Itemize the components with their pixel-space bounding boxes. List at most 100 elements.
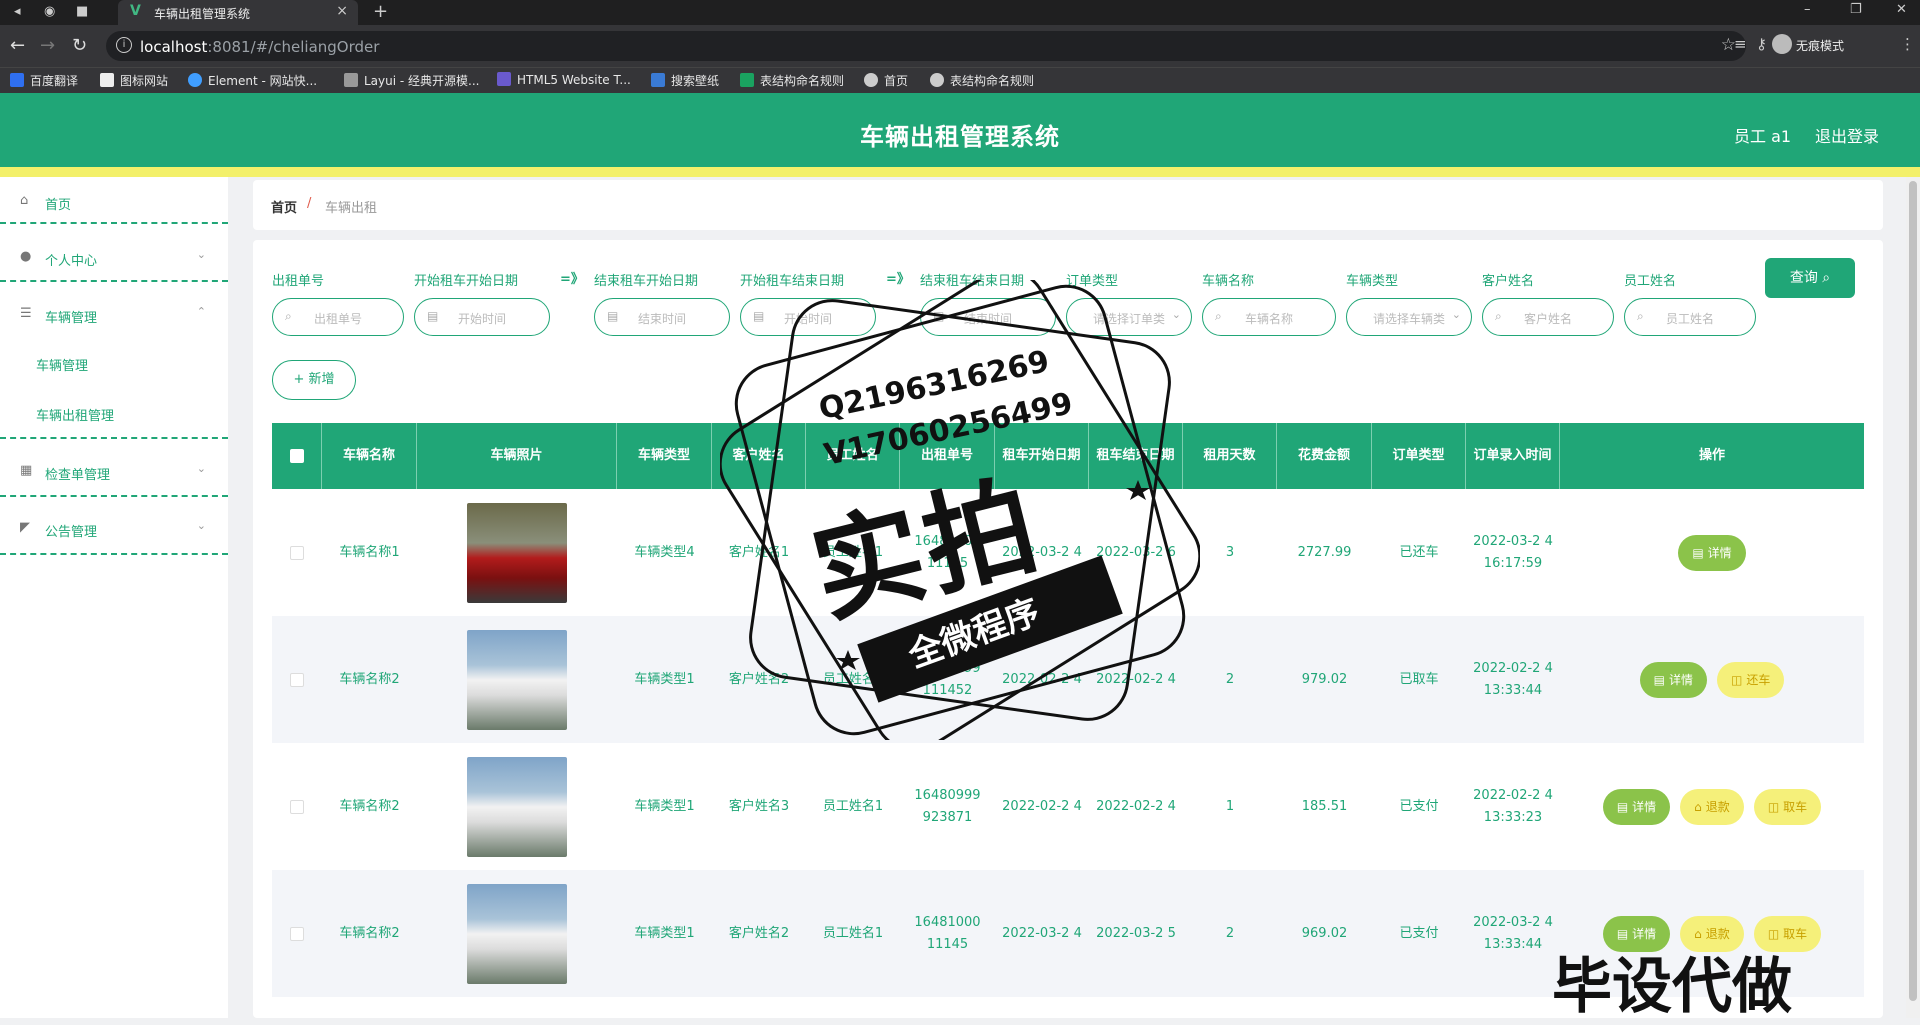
- cell-days: 2: [1225, 671, 1235, 687]
- detail-button[interactable]: ▤ 详情: [1602, 788, 1671, 825]
- start-to-date-input[interactable]: ▤ 开始时间: [740, 298, 876, 336]
- cell-created: 2022-02-2 4 13:33:23: [1473, 787, 1553, 825]
- speaker-icon[interactable]: ◂: [14, 4, 21, 19]
- bookmark-item[interactable]: HTML5 Website T...: [497, 72, 631, 87]
- query-button[interactable]: 查询 ⌕: [1765, 258, 1855, 298]
- input-placeholder: 开始时间: [457, 312, 506, 326]
- scrollbar-thumb[interactable]: [1909, 181, 1917, 1001]
- breadcrumb-home[interactable]: 首页: [271, 197, 297, 216]
- incognito-label[interactable]: 无痕模式: [1796, 37, 1844, 54]
- row-checkbox[interactable]: [290, 545, 304, 560]
- reading-list-icon[interactable]: ≡: [1734, 35, 1747, 53]
- sidebar-subitem-vehicle[interactable]: 车辆管理: [36, 355, 88, 374]
- table-row: 车辆名称2车辆类型1客户姓名2员工姓名116480999 1114522022-…: [272, 616, 1864, 743]
- bookmark-item[interactable]: 图标网站: [100, 72, 168, 89]
- browser-tab-active[interactable]: V 车辆出租管理系统 ×: [118, 0, 358, 25]
- sidebar-divider: [0, 280, 228, 282]
- close-window-icon[interactable]: ✕: [1896, 2, 1907, 17]
- breadcrumb-current: 车辆出租: [325, 201, 378, 216]
- end-from-date-input[interactable]: ▤ 结束时间: [594, 298, 730, 336]
- customer-name-input[interactable]: ⌕ 客户姓名: [1482, 298, 1614, 336]
- detail-button[interactable]: ▤ 详情: [1678, 534, 1746, 571]
- bookmark-item[interactable]: 百度翻译: [10, 72, 78, 89]
- search-icon: ⌕: [1822, 270, 1831, 286]
- action-label: 退款: [1705, 799, 1730, 814]
- refund-button[interactable]: ⌂ 退款: [1680, 788, 1744, 825]
- back-icon[interactable]: ←: [10, 35, 25, 56]
- return-icon: ◫: [1731, 672, 1743, 687]
- select-all-checkbox[interactable]: [289, 449, 304, 463]
- key-icon[interactable]: ⚷: [1756, 35, 1767, 53]
- column-header: 车辆名称: [322, 423, 417, 489]
- pickup-icon: ◫: [1767, 799, 1780, 814]
- order-type-select[interactable]: 请选择订单类 ⌄: [1066, 298, 1192, 336]
- globe-icon: [930, 73, 944, 87]
- flag-icon: [100, 73, 114, 87]
- bookmark-item[interactable]: 表结构命名规则: [740, 72, 844, 89]
- page-scrollbar[interactable]: [1906, 177, 1920, 1018]
- tab-close-icon[interactable]: ×: [336, 3, 348, 19]
- detail-icon: ▤: [1653, 672, 1665, 687]
- menu-dots-icon[interactable]: ⋮: [1900, 35, 1915, 53]
- order-no-input[interactable]: ⌕ 出租单号: [272, 298, 404, 336]
- reload-icon[interactable]: ↻: [72, 35, 87, 56]
- bookmark-item[interactable]: 首页: [864, 72, 908, 89]
- row-select-cell: [272, 489, 322, 616]
- cell-type: 车辆类型4: [634, 544, 695, 560]
- vehicle-type-select[interactable]: 请选择车辆类 ⌄: [1346, 298, 1472, 336]
- cell-amount: 2727.99: [1297, 544, 1352, 560]
- row-checkbox[interactable]: [290, 672, 304, 687]
- bookmark-item[interactable]: 搜索壁纸: [651, 72, 719, 89]
- sidebar-subitem-rental[interactable]: 车辆出租管理: [36, 405, 114, 424]
- logout-link[interactable]: 退出登录: [1815, 123, 1879, 147]
- add-button[interactable]: + 新增: [272, 360, 356, 400]
- bookmark-item[interactable]: Layui - 经典开源模...: [344, 72, 479, 89]
- input-placeholder: 出租单号: [313, 312, 362, 326]
- vehicle-name-input[interactable]: ⌕ 车辆名称: [1202, 298, 1336, 336]
- bookmark-item[interactable]: 表结构命名规则: [930, 72, 1034, 89]
- detail-button[interactable]: ▤ 详情: [1639, 661, 1707, 698]
- info-icon[interactable]: i: [116, 37, 132, 53]
- filter-label: 员工姓名: [1624, 274, 1677, 289]
- forward-icon[interactable]: →: [40, 35, 55, 56]
- sidebar-item-home[interactable]: ⌂ 首页: [0, 177, 228, 233]
- cell-status: 已支付: [1399, 925, 1439, 941]
- actions-cell: ▤ 详情 ◫ 还车: [1560, 616, 1864, 743]
- cell-customer: 客户姓名1: [728, 544, 790, 560]
- minimize-icon[interactable]: –: [1804, 2, 1811, 17]
- sidebar-divider: [0, 437, 228, 439]
- globe-icon[interactable]: ◉: [44, 4, 55, 19]
- sidebar-item-notice[interactable]: ◤ 公告管理 ⌄: [0, 504, 228, 560]
- column-header: 车辆类型: [617, 423, 712, 489]
- column-header: 花费金额: [1277, 423, 1372, 489]
- bookmark-item[interactable]: Element - 网站快...: [188, 72, 317, 89]
- car-photo: [467, 756, 567, 857]
- vue-icon: V: [130, 3, 141, 19]
- filter-label: 开始租车结束日期: [740, 274, 845, 289]
- cell-staff: 员工姓名1: [822, 798, 884, 814]
- pickup-button[interactable]: ◫ 取车: [1753, 788, 1822, 825]
- column-header: 车辆照片: [417, 423, 617, 489]
- restore-icon[interactable]: ❐: [1850, 2, 1862, 17]
- address-bar[interactable]: i localhost:8081/#/cheliangOrder ☆: [106, 31, 1746, 61]
- end-to-date-input[interactable]: ▤ 结束时间: [920, 298, 1056, 336]
- row-checkbox[interactable]: [290, 926, 304, 941]
- return-button[interactable]: ◫ 还车: [1717, 661, 1785, 698]
- cell-status: 已还车: [1399, 544, 1439, 560]
- row-checkbox[interactable]: [290, 799, 304, 814]
- staff-name-input[interactable]: ⌕ 员工姓名: [1624, 298, 1756, 336]
- row-select-cell: [272, 743, 322, 870]
- url-text: localhost:8081/#/cheliangOrder: [140, 38, 380, 56]
- start-from-date-input[interactable]: ▤ 开始时间: [414, 298, 550, 336]
- cell-name: 车辆名称1: [339, 544, 400, 560]
- input-placeholder: 员工姓名: [1665, 312, 1714, 326]
- element-icon: [188, 73, 202, 87]
- filter-label: 开始租车开始日期: [414, 274, 519, 289]
- new-tab-button[interactable]: +: [373, 1, 388, 22]
- chevron-down-icon: ⌄: [196, 519, 206, 532]
- tab-square-icon[interactable]: ■: [76, 4, 88, 19]
- cell-order-no: 16481000 11145: [914, 914, 981, 952]
- cell-days: 2: [1225, 925, 1235, 941]
- sidebar-item-vehicle[interactable]: ☰ 车辆管理 ⌃: [0, 290, 228, 346]
- cell-name: 车辆名称2: [339, 671, 400, 687]
